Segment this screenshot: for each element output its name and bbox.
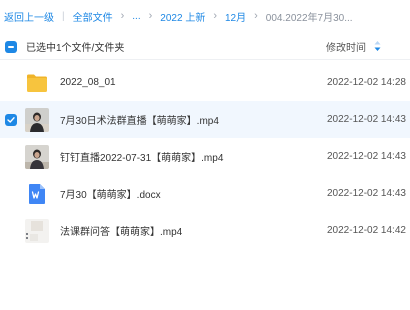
file-modified-time: 2022-12-02 14:43 (327, 151, 406, 162)
file-name[interactable]: 2022_08_01 (60, 77, 116, 88)
file-name[interactable]: 法课群问答【萌萌家】.mp4 (60, 223, 182, 238)
file-list: 2022_08_01 2022-12-02 14:28 7月30日术法群直播【萌… (0, 64, 410, 249)
sort-by-modified-header[interactable]: 修改时间 (326, 39, 381, 54)
file-row-video-selected[interactable]: 7月30日术法群直播【萌萌家】.mp4 2022-12-02 14:43 (0, 101, 410, 138)
file-name[interactable]: 钉钉直播2022-07-31【萌萌家】.mp4 (60, 149, 223, 164)
file-modified-time: 2022-12-02 14:43 (327, 114, 406, 125)
breadcrumb-december[interactable]: 12月 (225, 9, 246, 24)
file-row-video[interactable]: 钉钉直播2022-07-31【萌萌家】.mp4 2022-12-02 14:43 (0, 138, 410, 175)
video-thumbnail (25, 144, 49, 169)
select-all-checkbox[interactable] (5, 40, 17, 53)
breadcrumb-all-files[interactable]: 全部文件 (73, 9, 113, 24)
file-row-video[interactable]: 法课群问答【萌萌家】.mp4 2022-12-02 14:42 (0, 212, 410, 249)
list-header: 已选中1个文件/文件夹 修改时间 (0, 34, 410, 60)
file-row-folder[interactable]: 2022_08_01 2022-12-02 14:28 (0, 64, 410, 101)
sort-column-label: 修改时间 (326, 43, 366, 54)
chevron-right-icon: › (148, 10, 153, 22)
file-modified-time: 2022-12-02 14:28 (327, 77, 406, 88)
sort-descending-icon[interactable] (374, 40, 381, 53)
chevron-right-icon: › (254, 10, 258, 22)
video-thumbnail (25, 218, 49, 243)
back-link[interactable]: 返回上一级 (4, 9, 54, 24)
file-row-docx[interactable]: 7月30【萌萌家】.docx 2022-12-02 14:43 (0, 175, 410, 212)
row-checkbox[interactable] (5, 113, 17, 126)
separator: | (62, 10, 65, 22)
chevron-right-icon: › (213, 10, 217, 22)
selection-count: 已选中1个文件/文件夹 (26, 43, 125, 54)
file-modified-time: 2022-12-02 14:42 (327, 225, 406, 236)
word-doc-icon (25, 182, 49, 206)
breadcrumb-current: 004.2022年7月30... (265, 12, 353, 24)
breadcrumb-2022[interactable]: 2022 上新 (160, 9, 205, 24)
file-name[interactable]: 7月30日术法群直播【萌萌家】.mp4 (60, 112, 219, 127)
breadcrumb-ellipsis[interactable]: ... (132, 11, 140, 22)
video-thumbnail (25, 107, 49, 132)
folder-icon (25, 71, 49, 95)
breadcrumb: 返回上一级 | 全部文件 › ... › 2022 上新 › 12月 › 004… (4, 9, 353, 24)
chevron-right-icon: › (120, 10, 125, 22)
file-name[interactable]: 7月30【萌萌家】.docx (60, 186, 161, 201)
file-modified-time: 2022-12-02 14:43 (327, 188, 406, 199)
